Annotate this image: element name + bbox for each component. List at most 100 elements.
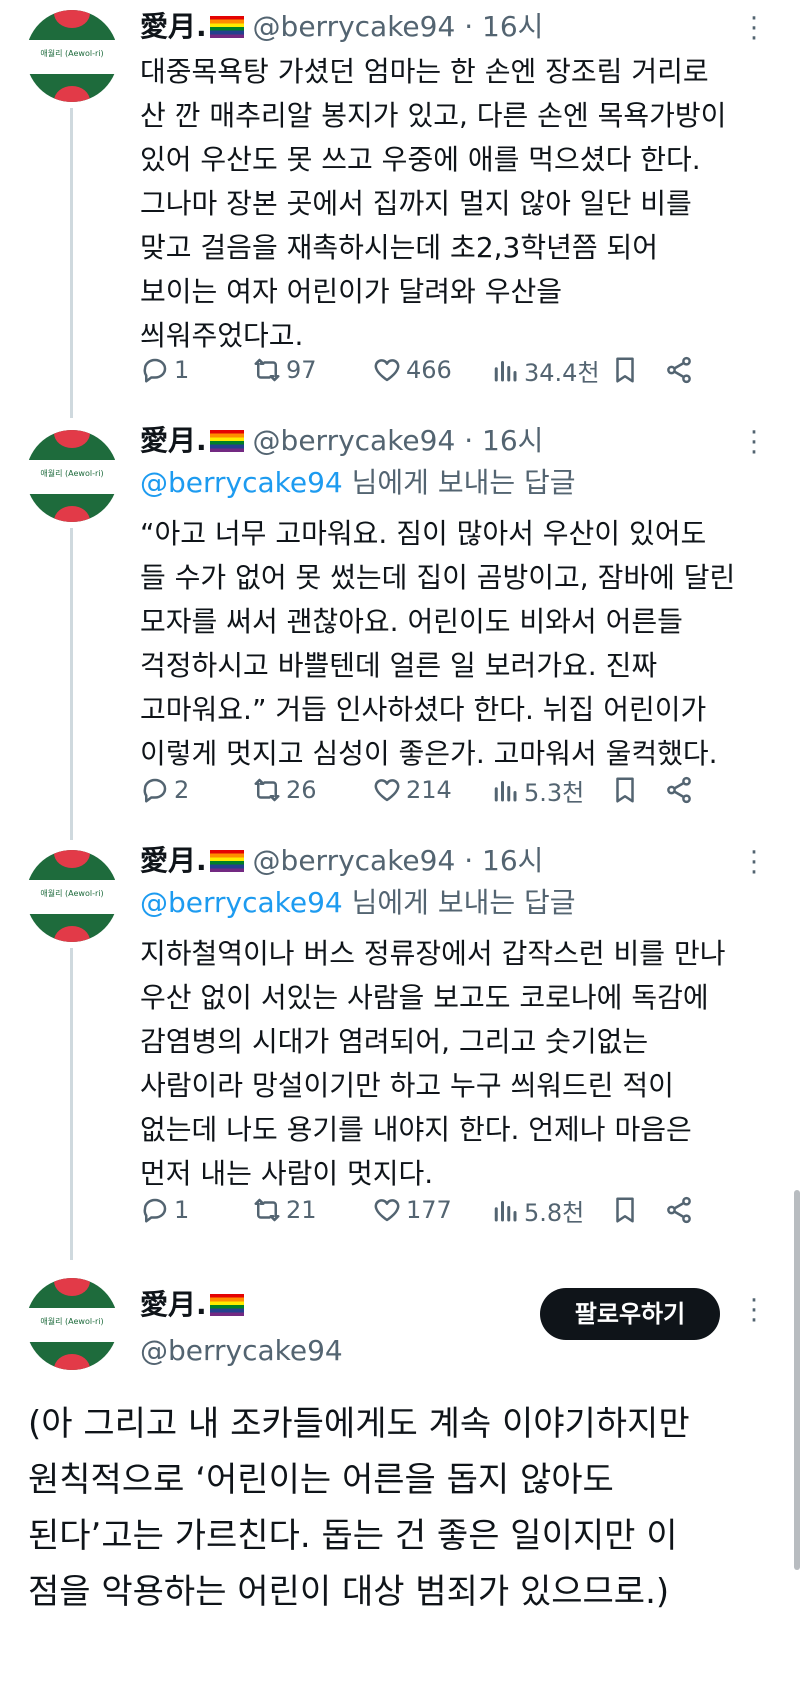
share-icon xyxy=(667,1196,691,1224)
separator-dot: · xyxy=(464,10,474,43)
retweet-button[interactable]: 97 xyxy=(252,350,317,390)
reply-button[interactable]: 2 xyxy=(140,770,189,810)
share-button[interactable] xyxy=(664,1190,698,1230)
avatar-logo-text: 애월리 (Aewol-ri) xyxy=(40,469,104,478)
more-options-icon[interactable]: · · · xyxy=(744,420,764,466)
share-icon xyxy=(667,356,691,384)
rainbow-flag-icon xyxy=(209,850,244,872)
tweet-actions: 2 26 214 5.3천 xyxy=(140,770,760,810)
retweet-icon xyxy=(254,778,280,802)
share-button[interactable] xyxy=(664,770,698,810)
tweet-actions: 1 21 177 5.8천 xyxy=(140,1190,760,1230)
avatar[interactable]: 애월리 (Aewol-ri) xyxy=(26,1278,118,1370)
scrollbar[interactable] xyxy=(794,1190,800,1570)
thread-line xyxy=(70,528,73,840)
retweet-button[interactable]: 21 xyxy=(252,1190,317,1230)
author-name[interactable]: 愛月. xyxy=(140,10,207,43)
retweet-count: 26 xyxy=(286,776,317,804)
views-button[interactable]: 5.8천 xyxy=(490,1190,584,1230)
separator-dot: · xyxy=(464,844,474,877)
like-count: 214 xyxy=(406,776,452,804)
bookmark-icon xyxy=(616,357,634,383)
reply-count: 1 xyxy=(174,356,190,384)
reply-icon xyxy=(143,358,167,383)
author-handle[interactable]: @berrycake94 xyxy=(253,10,456,43)
bookmark-button[interactable] xyxy=(610,770,644,810)
avatar-logo-text: 애월리 (Aewol-ri) xyxy=(40,889,104,898)
more-options-icon[interactable]: · · · xyxy=(744,6,764,52)
tweet-text: 대중목욕탕 가셨던 엄마는 한 손엔 장조림 거리로 산 깐 매추리알 봉지가 … xyxy=(140,55,727,352)
retweet-count: 97 xyxy=(286,356,317,384)
reply-count: 2 xyxy=(174,776,190,804)
avatar-logo-text: 애월리 (Aewol-ri) xyxy=(40,1317,104,1326)
reply-button[interactable]: 1 xyxy=(140,350,189,390)
author-name[interactable]: 愛月. xyxy=(140,424,207,457)
like-count: 177 xyxy=(406,1196,452,1224)
author-name[interactable]: 愛月. xyxy=(140,1288,207,1321)
timestamp[interactable]: 16시 xyxy=(482,844,543,877)
like-count: 466 xyxy=(406,356,452,384)
rainbow-flag-icon xyxy=(209,430,244,452)
reply-to-line: @berrycake94 님에게 보내는 답글 xyxy=(140,886,576,920)
avatar-logo-text: 애월리 (Aewol-ri) xyxy=(40,49,104,58)
reply-icon xyxy=(143,778,167,803)
views-button[interactable]: 5.3천 xyxy=(490,770,584,810)
avatar[interactable]: 애월리 (Aewol-ri) xyxy=(26,430,118,522)
heart-icon xyxy=(374,779,400,802)
more-options-icon[interactable]: · · · xyxy=(744,1288,764,1334)
author-handle[interactable]: @berrycake94 xyxy=(253,844,456,877)
views-chart-icon xyxy=(494,781,517,802)
views-count: 5.3천 xyxy=(524,778,585,807)
bookmark-button[interactable] xyxy=(610,350,644,390)
bookmark-icon xyxy=(616,777,634,803)
tweet-actions: 1 97 466 34.4천 xyxy=(140,350,760,390)
avatar[interactable]: 애월리 (Aewol-ri) xyxy=(26,10,118,102)
heart-icon xyxy=(374,1199,400,1222)
more-options-icon[interactable]: · · · xyxy=(744,840,764,886)
views-count: 5.8천 xyxy=(524,1198,585,1227)
timestamp[interactable]: 16시 xyxy=(482,424,543,457)
views-chart-icon xyxy=(494,1201,517,1222)
share-button[interactable] xyxy=(664,350,698,390)
follow-button[interactable]: 팔로우하기 xyxy=(540,1288,720,1340)
tweet-header: 愛月. @berrycake94 · 16시 xyxy=(140,10,543,44)
retweet-icon xyxy=(254,358,280,382)
views-chart-icon xyxy=(494,361,517,382)
reply-mention-link[interactable]: @berrycake94 xyxy=(140,886,343,919)
separator-dot: · xyxy=(464,424,474,457)
timestamp[interactable]: 16시 xyxy=(482,10,543,43)
views-button[interactable]: 34.4천 xyxy=(490,350,600,390)
main-tweet-text: (아 그리고 내 조카들에게도 계속 이야기하지만 원칙적으로 ‘어린이는 어른… xyxy=(28,1404,690,1612)
share-icon xyxy=(667,776,691,804)
thread-line xyxy=(70,108,73,418)
reply-mention-link[interactable]: @berrycake94 xyxy=(140,466,343,499)
views-count: 34.4천 xyxy=(524,358,600,387)
reply-to-line: @berrycake94 님에게 보내는 답글 xyxy=(140,466,576,500)
like-button[interactable]: 214 xyxy=(372,770,452,810)
tweet-header: 愛月. @berrycake94 · 16시 xyxy=(140,424,543,458)
tweet-text: “아고 너무 고마워요. 짐이 많아서 우산이 있어도 들 수가 없어 못 썼는… xyxy=(140,517,736,770)
tweet-text: 지하철역이나 버스 정류장에서 갑작스런 비를 만나 우산 없이 서있는 사람을… xyxy=(140,937,726,1190)
author-handle[interactable]: @berrycake94 xyxy=(253,424,456,457)
retweet-count: 21 xyxy=(286,1196,317,1224)
like-button[interactable]: 177 xyxy=(372,1190,452,1230)
rainbow-flag-icon xyxy=(209,16,244,38)
author-name[interactable]: 愛月. xyxy=(140,844,207,877)
reply-count: 1 xyxy=(174,1196,190,1224)
tweet-header: 愛月. @berrycake94 · 16시 xyxy=(140,844,543,878)
thread-line xyxy=(70,948,73,1260)
bookmark-icon xyxy=(616,1197,634,1223)
retweet-icon xyxy=(254,1198,280,1222)
reply-button[interactable]: 1 xyxy=(140,1190,189,1230)
like-button[interactable]: 466 xyxy=(372,350,452,390)
reply-to-suffix: 님에게 보내는 답글 xyxy=(342,466,576,499)
rainbow-flag-icon xyxy=(209,1294,244,1316)
reply-icon xyxy=(143,1198,167,1223)
author-name-row: 愛月. xyxy=(140,1288,244,1322)
heart-icon xyxy=(374,359,400,382)
reply-to-suffix: 님에게 보내는 답글 xyxy=(342,886,576,919)
bookmark-button[interactable] xyxy=(610,1190,644,1230)
avatar[interactable]: 애월리 (Aewol-ri) xyxy=(26,850,118,942)
author-handle[interactable]: @berrycake94 xyxy=(140,1334,343,1368)
retweet-button[interactable]: 26 xyxy=(252,770,317,810)
